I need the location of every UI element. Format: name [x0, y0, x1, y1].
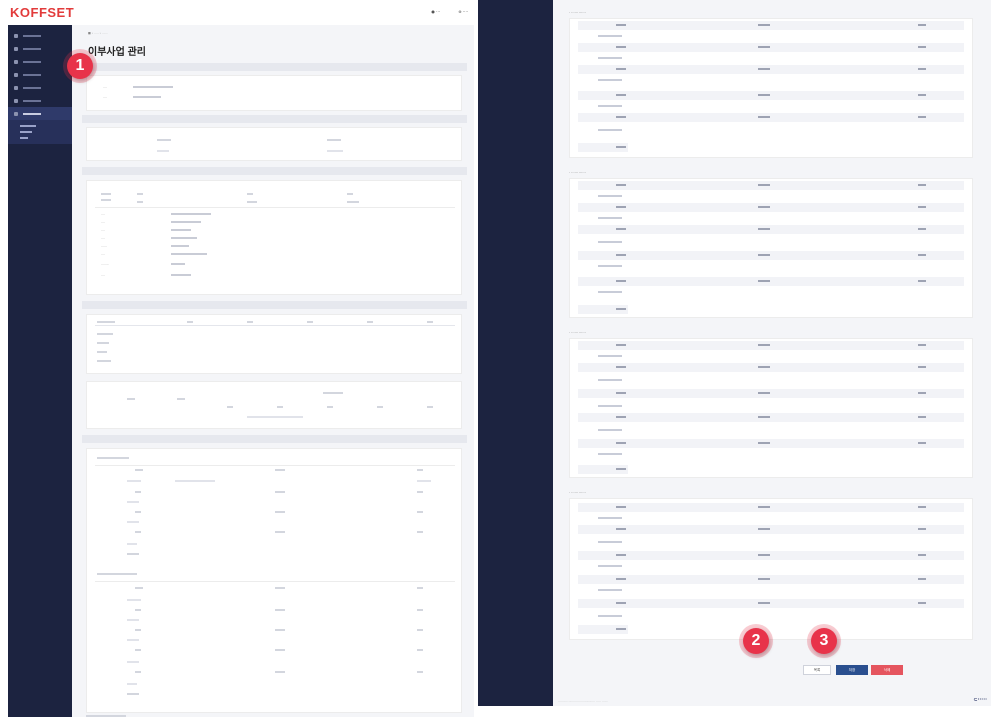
footer-logo: ⊂····· [973, 697, 987, 703]
card-basic-info: ···· ···· [86, 75, 462, 111]
card-4 [86, 314, 462, 374]
card-group-2 [569, 178, 973, 318]
left-panel: KOFFSET ● ··· ⊕ ···· ■ › ····· › ······ … [0, 0, 474, 717]
menu-icon [14, 98, 18, 103]
delete-button[interactable]: 삭제 [871, 665, 903, 675]
sidebar-item-active[interactable] [8, 107, 72, 120]
marker-1-badge: 1 [67, 53, 93, 79]
list-button[interactable]: 목록 [803, 665, 831, 675]
card-group-4 [569, 498, 973, 640]
menu-icon [14, 85, 18, 90]
card-2 [86, 127, 462, 161]
card-3: ···· ···· ···· ···· ······ ···· ········… [86, 180, 462, 295]
marker-3-badge: 3 [811, 628, 837, 654]
app-logo[interactable]: KOFFSET [10, 5, 74, 20]
sidebar-item-2[interactable] [8, 42, 72, 55]
main-content-continued: · ······ ······ · ······ ······ · ······… [553, 0, 991, 706]
card-group-3 [569, 338, 973, 478]
sidebar-item-6[interactable] [8, 94, 72, 107]
group-header: · ······ ······ [569, 11, 586, 15]
footer-text: ·········· ···························· … [558, 699, 608, 703]
page-title: 이부사업 관리 [88, 47, 146, 58]
section-header-4 [82, 301, 467, 309]
sidebar-item-5[interactable] [8, 81, 72, 94]
section-header-3 [82, 167, 467, 175]
sidebar-item-4[interactable] [8, 68, 72, 81]
section-header-5 [82, 435, 467, 443]
card-group-1 [569, 18, 973, 158]
sidebar [478, 0, 553, 706]
section-header-basic [82, 63, 467, 71]
right-panel: · ······ ······ · ······ ······ · ······… [478, 0, 991, 717]
menu-icon [14, 46, 18, 51]
card-4b [86, 381, 462, 429]
group-header: · ······ ······ [569, 331, 586, 335]
menu-icon [14, 111, 18, 116]
group-header: · ······ ······ [569, 171, 586, 175]
menu-icon [14, 59, 18, 64]
sidebar-item-1[interactable] [8, 29, 72, 42]
menu-icon [14, 72, 18, 77]
top-bar: KOFFSET ● ··· ⊕ ···· [0, 0, 474, 22]
marker-2-badge: 2 [743, 628, 769, 654]
sidebar-item-3[interactable] [8, 55, 72, 68]
card-5 [86, 448, 462, 713]
section-header-2 [82, 115, 467, 123]
group-header: · ······ ······ [569, 491, 586, 495]
menu-icon [14, 33, 18, 38]
submenu-item[interactable] [20, 135, 72, 141]
logout-link[interactable]: ⊕ ···· [458, 9, 468, 14]
sidebar [8, 25, 72, 717]
breadcrumb: ■ › ····· › ······ [88, 31, 108, 35]
main-content: ■ › ····· › ······ 이부사업 관리 ···· ···· ···… [72, 25, 474, 717]
save-button[interactable]: 저장 [836, 665, 868, 675]
screenshot-composite: KOFFSET ● ··· ⊕ ···· ■ › ····· › ······ … [0, 0, 991, 717]
sidebar-submenu [8, 120, 72, 144]
user-info[interactable]: ● ··· [431, 9, 440, 14]
